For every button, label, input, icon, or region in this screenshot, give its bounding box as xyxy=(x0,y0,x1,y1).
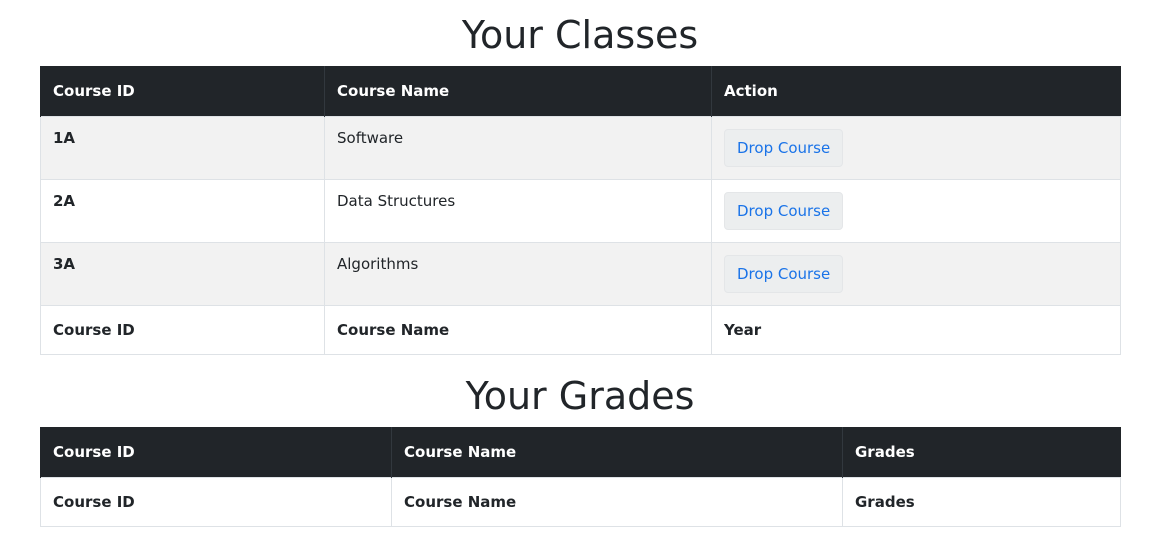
drop-course-button[interactable]: Drop Course xyxy=(724,191,844,230)
column-header-course-name: Course Name xyxy=(324,66,712,116)
course-name-cell: Algorithms xyxy=(324,241,712,306)
action-cell: Drop Course xyxy=(711,178,1121,243)
action-cell: Drop Course xyxy=(711,241,1121,306)
course-name-cell: Data Structures xyxy=(324,178,712,243)
course-name-cell: Software xyxy=(324,115,712,180)
course-id-cell: 2A xyxy=(40,178,325,243)
column-header-course-name: Course Name xyxy=(391,427,843,477)
table-row: 3A Algorithms Drop Course xyxy=(40,241,1121,306)
classes-heading: Your Classes xyxy=(461,13,699,57)
grades-heading: Your Grades xyxy=(465,374,695,418)
action-cell: Drop Course xyxy=(711,115,1121,180)
classes-footer-row: Course ID Course Name Year xyxy=(40,304,1121,355)
footer-course-id: Course ID xyxy=(40,304,325,355)
grades-footer-row: Course ID Course Name Grades xyxy=(40,476,1121,527)
page-container: Your Classes Course ID Course Name Actio… xyxy=(40,0,1121,527)
footer-course-name: Course Name xyxy=(324,304,712,355)
footer-course-name: Course Name xyxy=(391,476,843,527)
grades-table: Course ID Course Name Grades Course ID C… xyxy=(40,427,1121,527)
drop-course-button[interactable]: Drop Course xyxy=(724,254,844,293)
footer-course-id: Course ID xyxy=(40,476,392,527)
grades-header-row: Course ID Course Name Grades xyxy=(40,427,1121,477)
footer-year: Year xyxy=(711,304,1121,355)
footer-grades: Grades xyxy=(842,476,1121,527)
drop-course-button[interactable]: Drop Course xyxy=(724,128,844,167)
column-header-course-id: Course ID xyxy=(40,427,392,477)
classes-header-row: Course ID Course Name Action xyxy=(40,66,1121,116)
column-header-grades: Grades xyxy=(842,427,1121,477)
column-header-course-id: Course ID xyxy=(40,66,325,116)
table-row: 1A Software Drop Course xyxy=(40,115,1121,180)
table-row: 2A Data Structures Drop Course xyxy=(40,178,1121,243)
course-id-cell: 3A xyxy=(40,241,325,306)
classes-table: Course ID Course Name Action 1A Software… xyxy=(40,66,1121,355)
course-id-cell: 1A xyxy=(40,115,325,180)
column-header-action: Action xyxy=(711,66,1121,116)
